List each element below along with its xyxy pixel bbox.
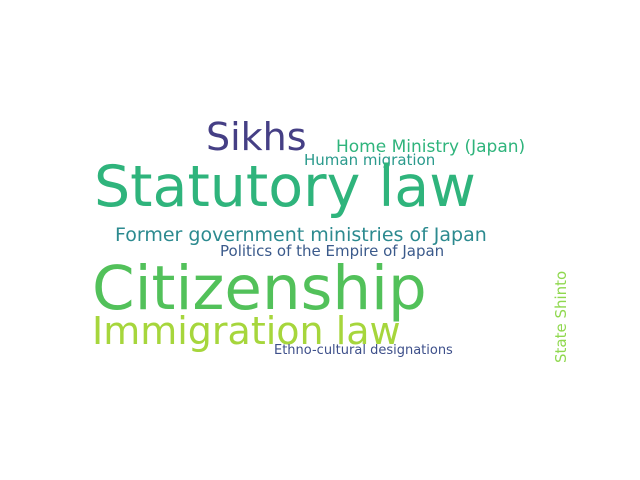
word-ethno-cultural-designations: Ethno-cultural designations: [274, 343, 453, 358]
word-statutory-law: Statutory law: [94, 154, 476, 220]
word-state-shinto: State Shinto: [552, 270, 570, 363]
word-sikhs: Sikhs: [206, 115, 307, 159]
word-cloud: Sikhs Home Ministry (Japan) Human migrat…: [0, 0, 640, 480]
